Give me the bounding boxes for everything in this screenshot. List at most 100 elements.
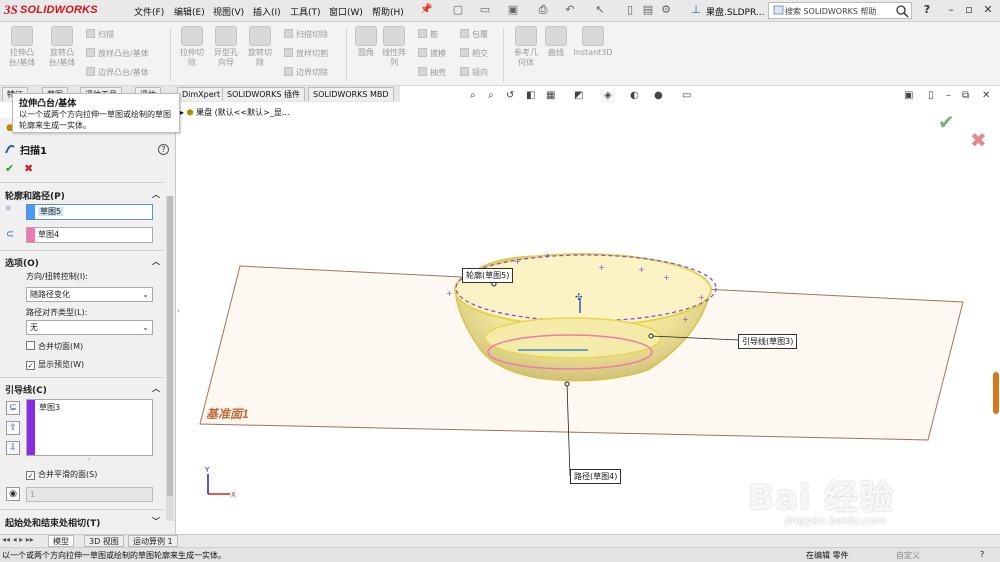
tab-model[interactable]: 模型 <box>48 535 74 547</box>
help-status-icon[interactable]: ? <box>980 550 984 559</box>
guide-item[interactable]: 草图3 <box>39 402 60 413</box>
cancel-button[interactable]: ✖ <box>24 162 33 175</box>
guide-selector-icon[interactable]: ⊆ <box>6 401 20 415</box>
profile-callout[interactable]: 轮廓(草图5) <box>462 268 514 283</box>
pm-help-icon[interactable]: ? <box>158 144 169 155</box>
search-icon[interactable] <box>895 4 909 18</box>
rebuild-icon[interactable]: ▯ <box>622 3 638 18</box>
undo-icon[interactable]: ↶ <box>562 3 578 18</box>
view-orientation-icon[interactable]: ◩ <box>574 90 588 104</box>
tab-motion-study[interactable]: 运动算例 1 <box>128 535 178 547</box>
graphics-viewport[interactable]: + + + + + + + + + ✣ 基准面1 X Y <box>178 88 1000 534</box>
merge-smooth-checkbox[interactable]: ✓ 合并平滑的面(S) <box>26 469 97 480</box>
intersect-button[interactable]: 相交 <box>460 48 488 59</box>
menu-window[interactable]: 窗口(W) <box>329 5 363 18</box>
pin-menu-icon[interactable]: 📌 <box>420 4 432 15</box>
curves-button[interactable]: 曲线 <box>536 26 576 58</box>
menu-view[interactable]: 视图(V) <box>213 5 244 18</box>
collapse-icon[interactable]: ︿ <box>152 189 160 200</box>
feature-tree-root[interactable]: ▸ ⬢ 果盘 (默认<<默认>_显... <box>180 107 290 118</box>
tree-expand-icon[interactable]: ▸ <box>180 108 184 117</box>
section-profile-path[interactable]: 轮廓和路径(P) ︿ <box>0 189 164 202</box>
expand-icon[interactable]: ﹀ <box>152 516 160 527</box>
revolved-cut-button[interactable]: 旋转切 除 <box>240 26 280 68</box>
viewport-maximize-icon[interactable]: ⧉ <box>962 90 969 101</box>
select-icon[interactable]: ↖ <box>592 3 608 18</box>
guide-curves-list[interactable]: 草图3 <box>26 399 153 456</box>
scrollbar-thumb[interactable] <box>167 196 173 496</box>
section-options[interactable]: 选项(O) ︿ <box>0 256 164 269</box>
options-gear-icon[interactable]: ⚙ <box>658 3 674 18</box>
move-down-icon[interactable]: ⇩ <box>6 441 20 455</box>
revolved-boss-button[interactable]: 旋转凸 台/基体 <box>42 26 82 68</box>
open-document-icon[interactable]: ▭ <box>477 3 493 18</box>
confirm-cancel-icon[interactable]: ✖ <box>970 128 987 152</box>
file-properties-icon[interactable]: ▤ <box>640 3 656 18</box>
confirm-ok-icon[interactable]: ✔ <box>938 110 955 134</box>
restore-button[interactable]: ▫ <box>960 3 978 18</box>
previous-view-icon[interactable]: ↺ <box>506 90 520 104</box>
shell-button[interactable]: 抽壳 <box>418 67 446 78</box>
move-up-icon[interactable]: ⇧ <box>6 421 20 435</box>
loft-boss-button[interactable]: 放样凸台/基体 <box>86 48 149 59</box>
path-align-dropdown[interactable]: 无 ⌄ <box>26 320 153 335</box>
profile-field[interactable]: 草图5 <box>26 204 153 220</box>
dynamic-annotation-icon[interactable]: ▦ <box>546 90 560 104</box>
guide-callout[interactable]: 引导线(草图3) <box>738 334 798 349</box>
edit-appearance-icon[interactable]: ● <box>654 90 668 104</box>
merge-tangent-checkbox[interactable]: 合并切面(M) <box>26 341 83 352</box>
linear-pattern-button[interactable]: 线性阵 列 <box>374 26 414 68</box>
swept-cut-button[interactable]: 扫描切除 <box>284 29 328 40</box>
menu-tools[interactable]: 工具(T) <box>290 5 321 18</box>
rib-button[interactable]: 筋 <box>418 29 438 40</box>
collapse-icon[interactable]: ︿ <box>152 256 160 267</box>
viewport-expand-icon[interactable]: ▯ <box>928 90 934 101</box>
menu-help[interactable]: 帮助(H) <box>372 5 404 18</box>
save-icon[interactable]: ▣ <box>505 3 521 18</box>
zoom-area-icon[interactable]: ⌕ <box>488 90 502 104</box>
help-search[interactable]: 搜索 SOLIDWORKS 帮助 <box>768 2 912 19</box>
sweep-button[interactable]: 扫描 <box>86 29 114 40</box>
ok-button[interactable]: ✔ <box>5 162 14 175</box>
menu-insert[interactable]: 插入(I) <box>253 5 281 18</box>
show-preview-checkbox[interactable]: ✓ 显示预览(W) <box>26 359 84 370</box>
new-document-icon[interactable]: ▢ <box>450 3 466 18</box>
view-settings-icon[interactable]: ▭ <box>682 90 696 104</box>
section-view-icon[interactable]: ◧ <box>526 90 540 104</box>
extruded-boss-button[interactable]: 拉伸凸 台/基体 <box>2 26 42 68</box>
taskpane-slider[interactable] <box>993 372 999 414</box>
lofted-cut-button[interactable]: 放样切割 <box>284 48 328 59</box>
viewport-minimize-icon[interactable]: – <box>946 90 951 101</box>
section-tangency[interactable]: 起始处和结束处相切(T) ﹀ <box>0 516 164 529</box>
mirror-button[interactable]: 镜向 <box>460 67 488 78</box>
orientation-dropdown[interactable]: 随路径变化 ⌄ <box>26 287 153 302</box>
path-callout[interactable]: 路径(草图4) <box>570 469 622 484</box>
wrap-button[interactable]: 包覆 <box>460 29 488 40</box>
solidworks-logo[interactable]: 3S SOLIDWORKS <box>4 2 114 20</box>
boundary-cut-button[interactable]: 边界切除 <box>284 67 328 78</box>
path-field[interactable]: 草图4 <box>26 227 153 243</box>
minimize-button[interactable]: – <box>942 3 960 18</box>
close-button[interactable]: ✕ <box>979 3 997 18</box>
help-button[interactable]: ? <box>918 3 936 18</box>
section-guides[interactable]: 引导线(C) ︿ <box>0 383 164 396</box>
print-icon[interactable]: ⎙ <box>535 3 551 18</box>
list-resize-handle[interactable]: ◦ <box>87 456 91 464</box>
pm-scrollbar[interactable] <box>166 196 174 521</box>
status-custom[interactable]: 自定义 <box>896 550 920 561</box>
hide-show-items-icon[interactable]: ◐ <box>630 90 644 104</box>
menu-edit[interactable]: 编辑(E) <box>174 5 205 18</box>
viewport-close-icon[interactable]: ✕ <box>982 90 990 101</box>
boundary-boss-button[interactable]: 边界凸台/基体 <box>86 67 149 78</box>
instant3d-button[interactable]: Instant3D <box>572 26 614 58</box>
display-style-icon[interactable]: ◈ <box>604 90 618 104</box>
tab-scroll-arrows[interactable]: ◂◂ ◂ ▸ ▸▸ <box>2 535 34 544</box>
collapse-icon[interactable]: ︿ <box>152 383 160 394</box>
viewport-restore-icon[interactable]: ▣ <box>904 90 913 101</box>
section-number-spinner[interactable]: 1 <box>26 487 153 502</box>
menu-file[interactable]: 文件(F) <box>134 5 164 18</box>
zoom-to-fit-icon[interactable]: ⌕ <box>470 90 484 104</box>
tab-3d-views[interactable]: 3D 视图 <box>84 535 124 547</box>
show-sections-eye-icon[interactable]: ◉ <box>6 487 20 501</box>
draft-button[interactable]: 拔模 <box>418 48 446 59</box>
